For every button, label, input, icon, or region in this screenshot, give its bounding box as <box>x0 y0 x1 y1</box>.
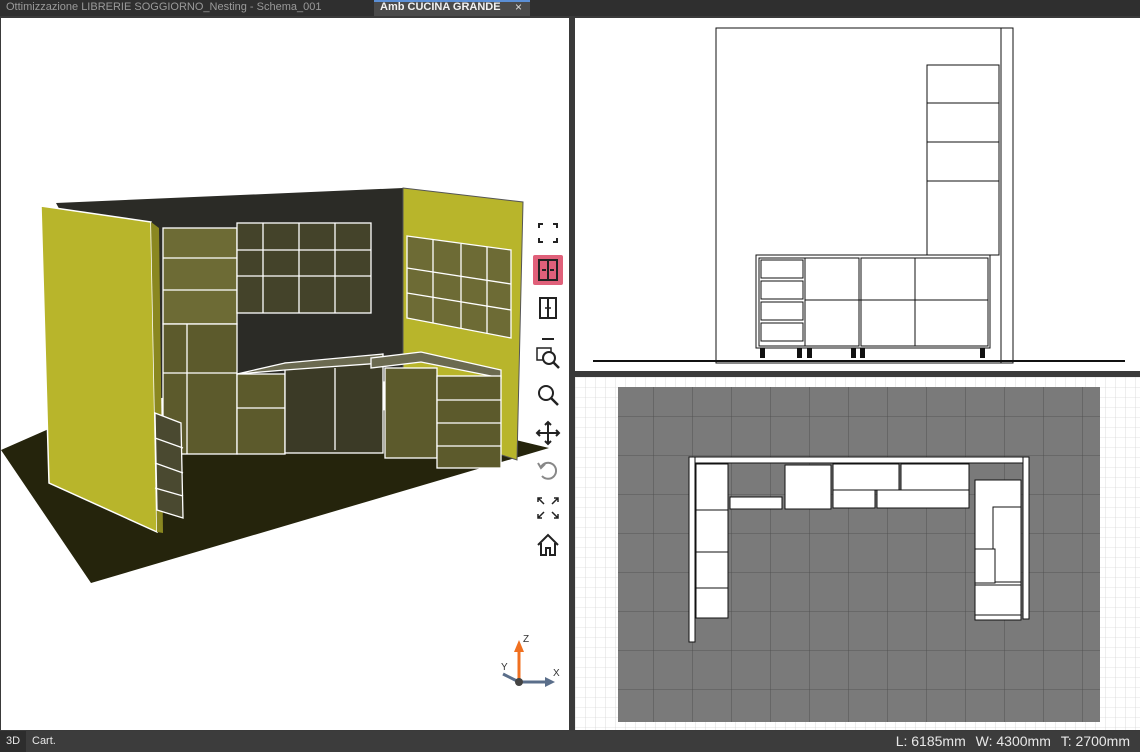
split-view-icon[interactable] <box>533 293 563 323</box>
origin <box>515 678 523 686</box>
axis-gizmo: Z X Y <box>501 634 560 687</box>
separator <box>533 330 563 340</box>
viewport-front-elevation[interactable] <box>575 18 1140 371</box>
select-region-icon[interactable] <box>533 218 563 248</box>
base-units-elevation <box>755 254 991 349</box>
viewport-plan[interactable] <box>575 377 1140 730</box>
base-cabinets-back <box>236 353 384 455</box>
plan-drawing <box>575 377 1140 730</box>
front-drawing <box>593 27 1125 364</box>
close-icon[interactable]: × <box>515 1 522 13</box>
status-bar: 3D Cart. L: 6185mm W: 4300mm T: 2700mm <box>0 731 1140 752</box>
viewport-3d[interactable]: Z X Y <box>1 18 569 730</box>
home-icon[interactable] <box>533 530 563 560</box>
view-mode-indicator[interactable]: 3D <box>0 731 26 752</box>
tab-librerie-soggiorno[interactable]: Ottimizzazione LIBRERIE SOGGIORNO_Nestin… <box>0 0 368 16</box>
fit-extents-icon[interactable] <box>533 493 563 523</box>
y-label: Y <box>501 662 508 673</box>
base-cabinets-right <box>370 351 502 469</box>
tab-label: Amb CUCINA GRANDE <box>380 1 501 13</box>
wall-unit-elevation <box>926 64 1000 256</box>
pan-icon[interactable] <box>533 418 563 448</box>
tab-cucina-grande[interactable]: Amb CUCINA GRANDE × <box>374 0 530 16</box>
view-toolbar <box>531 218 567 563</box>
left-drawer-unit <box>154 412 184 519</box>
height-value: T: 2700mm <box>1060 733 1130 749</box>
left-wall <box>40 205 158 534</box>
coordinate-mode[interactable]: Cart. <box>32 731 56 752</box>
tab-label: Ottimizzazione LIBRERIE SOGGIORNO_Nestin… <box>6 1 322 13</box>
length-value: L: 6185mm <box>895 733 966 749</box>
x-label: X <box>553 668 560 679</box>
section-view-icon[interactable] <box>533 255 563 285</box>
zoom-window-icon[interactable] <box>533 342 563 372</box>
wall-cabinets-back <box>162 222 372 325</box>
z-label: Z <box>523 634 529 645</box>
3d-scene <box>1 187 549 583</box>
width-value: W: 4300mm <box>975 733 1051 749</box>
tab-bar: Ottimizzazione LIBRERIE SOGGIORNO_Nestin… <box>0 0 1140 16</box>
cabinet-feet <box>760 348 985 358</box>
room-dimensions: L: 6185mm W: 4300mm T: 2700mm <box>890 731 1130 752</box>
zoom-icon[interactable] <box>533 380 563 410</box>
rotate-icon[interactable] <box>533 455 563 485</box>
